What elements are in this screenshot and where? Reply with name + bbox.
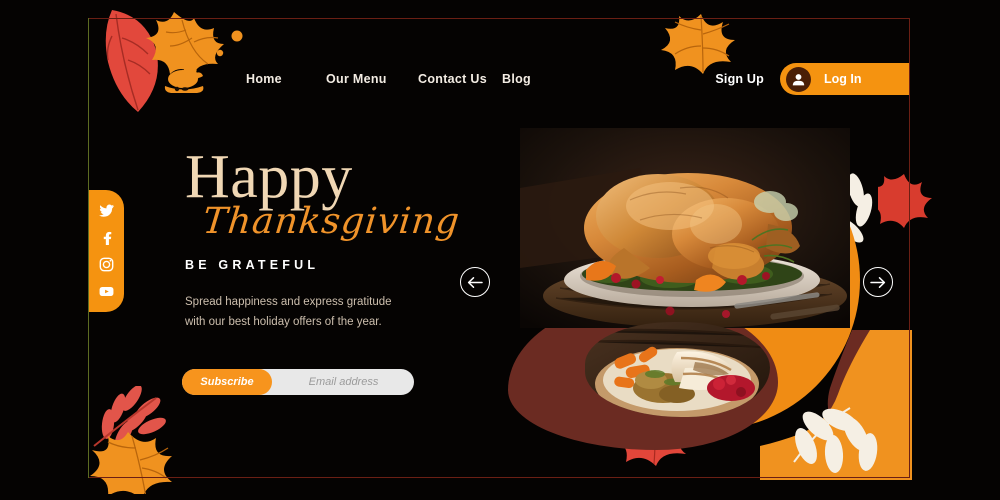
email-input[interactable] [272,369,427,395]
log-in-button[interactable]: Log In [780,63,910,95]
nav-link-contact-us[interactable]: Contact Us [418,66,502,92]
roast-turkey-icon[interactable] [160,61,208,97]
nav-link-our-menu[interactable]: Our Menu [326,66,418,92]
youtube-icon[interactable] [99,284,114,299]
right-red-leaf-decoration [870,172,932,239]
twitter-icon[interactable] [98,203,114,218]
nav-link-blog[interactable]: Blog [502,66,562,92]
instagram-icon[interactable] [99,257,114,272]
hero-paragraph: Spread happiness and express gratitude w… [185,295,392,329]
log-in-label: Log In [824,72,862,86]
nav-links: Home Our Menu Contact Us Blog [246,66,562,92]
secondary-plate-image [585,322,770,417]
subscribe-button[interactable]: Subscribe [182,369,272,395]
bottom-left-leaf-decoration [86,385,256,500]
subscribe-form: Subscribe [182,369,427,395]
main-navigation: Home Our Menu Contact Us Blog Sign Up Lo… [88,55,910,103]
nav-account-actions: Sign Up Log In [715,63,910,95]
hero-content: Happy Thanksgiving BE GRATEFUL Spread ha… [185,143,485,332]
facebook-icon[interactable] [99,230,114,245]
hero-title-line-2: Thanksgiving [200,200,462,242]
decorative-frame-accent [88,18,89,478]
landing-page: Home Our Menu Contact Us Blog Sign Up Lo… [0,0,1000,500]
carousel-next-button[interactable] [863,267,893,297]
carousel-prev-button[interactable] [460,267,490,297]
nav-link-home[interactable]: Home [246,66,326,92]
social-media-rail [88,190,124,312]
hero-title-line-1: Happy [185,143,353,211]
user-avatar-icon [786,66,811,92]
sign-up-link[interactable]: Sign Up [715,72,764,86]
hero-turkey-image [520,128,850,328]
hero-tagline: BE GRATEFUL [185,257,320,272]
